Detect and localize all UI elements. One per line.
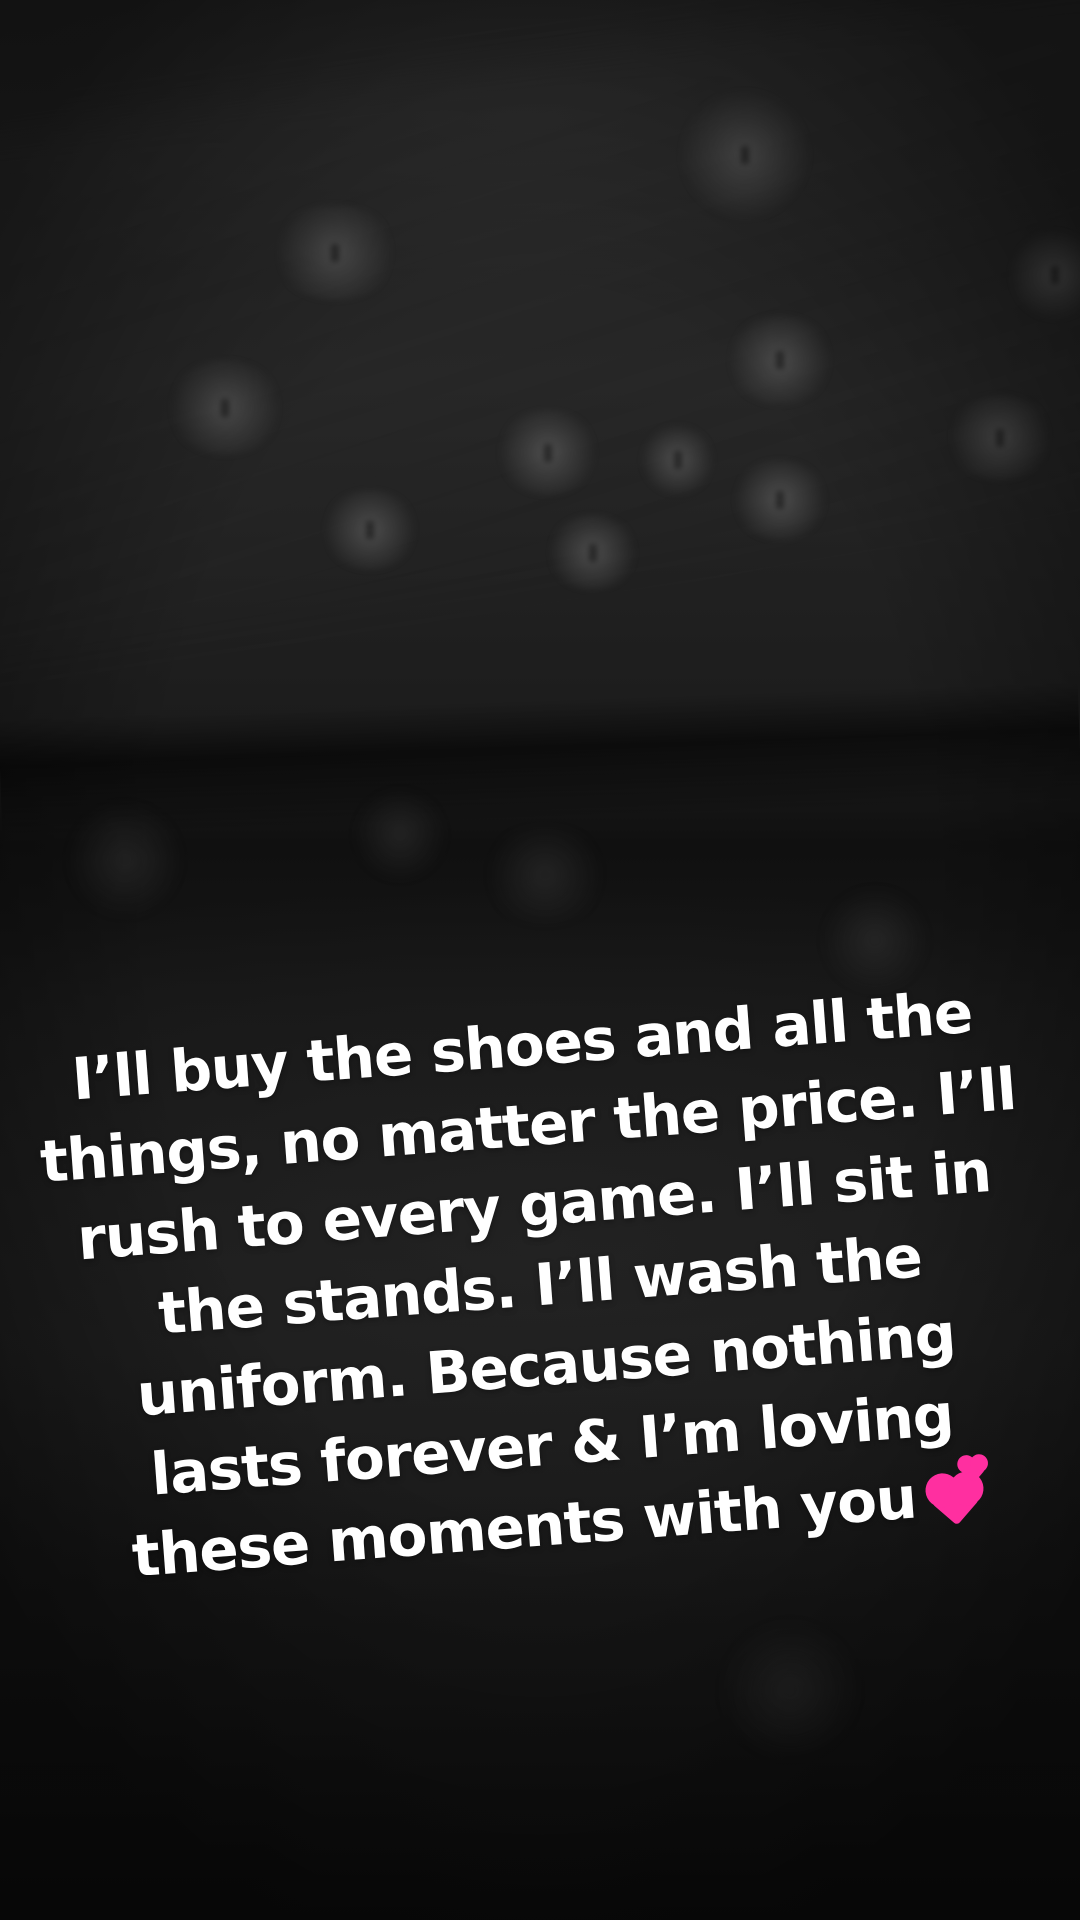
- two-hearts-icon: [919, 1457, 986, 1526]
- vignette: [0, 0, 1080, 1920]
- story-caption: I’ll buy the shoes and all the things, n…: [20, 968, 1059, 1601]
- heart-shape: [931, 1477, 980, 1526]
- story-background: I’ll buy the shoes and all the things, n…: [0, 0, 1080, 1920]
